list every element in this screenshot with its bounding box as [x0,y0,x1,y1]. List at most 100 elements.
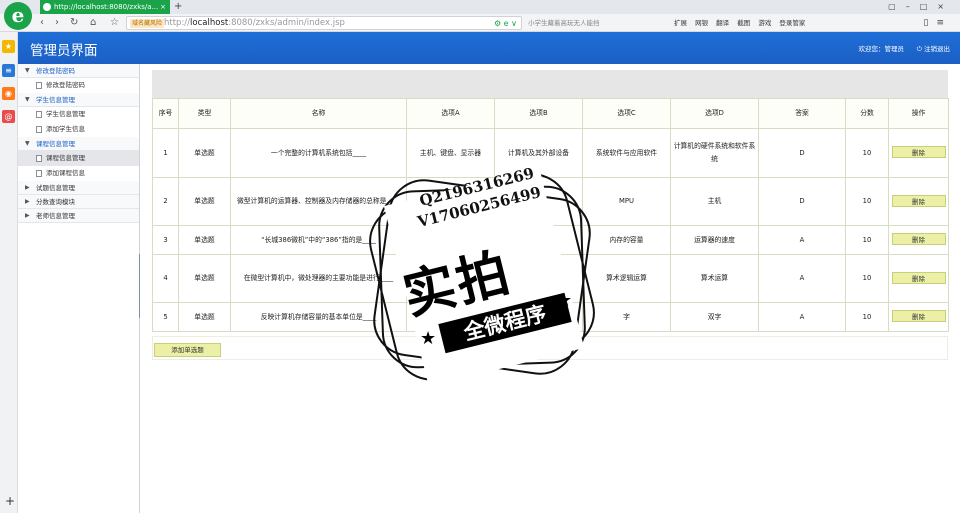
browser-menu-buttons[interactable]: ▯≡ [924,16,953,30]
menu-group-questions[interactable]: ▶ 试题信息管理 [18,181,139,195]
cell-answer: A [758,225,846,255]
cell-b: CPU的速度 [494,225,583,255]
menu-item-add-student[interactable]: 添加学生信息 [18,122,139,137]
cell-type: 单选题 [178,177,231,226]
table-row: 1 单选题 一个完整的计算机系统包括____ 主机、键盘、显示器 计算机及其外部… [152,128,949,178]
col-header-name: 名称 [230,98,407,129]
table-header-row: 序号 类型 名称 选项A 选项B 选项C 选项D 答案 分数 操作 [152,98,949,129]
browser-tab[interactable]: http://localhost:8080/zxks/a... × [40,0,170,14]
cell-c: 字 [582,302,671,332]
col-header-op: 操作 [888,98,949,129]
favorites-star-icon[interactable]: ★ [2,40,15,53]
cell-score: 10 [845,302,889,332]
table-row: 5 单选题 反映计算机存储容量的基本单位是____ 二进制位 字节 字 双字 A… [152,302,949,332]
tool-bank[interactable]: 网银 [695,19,708,27]
cell-name: 一个完整的计算机系统包括____ [230,128,407,178]
menu-group-password[interactable]: ▼ 修改登陆密码 [18,64,139,78]
delete-button[interactable]: 删除 [891,233,946,245]
cell-name: “长城386微机”中的“386”指的是____ [230,225,407,255]
logout-button[interactable]: ⏻ 注销退出 [917,43,950,54]
cell-d: 主机 [670,177,759,226]
menu-item-change-password[interactable]: 修改登陆密码 [18,78,139,93]
tool-extensions[interactable]: 扩展 [674,19,687,27]
tool-translate[interactable]: 翻译 [716,19,729,27]
menu-item-course-manage[interactable]: 课程信息管理 [18,151,139,166]
favorite-star-icon[interactable]: ☆ [110,16,119,30]
delete-button[interactable]: 删除 [891,146,946,158]
forward-icon[interactable]: › [55,16,59,30]
col-header-a: 选项A [406,98,495,129]
cell-answer: D [758,128,846,178]
cell-op: 删除 [888,302,949,332]
document-icon [36,111,42,118]
document-icon [36,126,42,133]
add-sidebar-icon[interactable]: + [5,494,15,508]
cell-b: ALU [494,177,583,226]
cell-op: 删除 [888,254,949,303]
chevron-right-icon: ▶ [25,212,30,219]
cell-d: 计算机的硬件系统和软件系统 [670,128,759,178]
search-hint-field[interactable]: 小学生藏着高玩无人能挡 [524,16,672,30]
cell-c: 系统软件与应用软件 [582,128,671,178]
delete-button[interactable]: 删除 [891,271,946,284]
cell-a: 主机、键盘、显示器 [406,128,495,178]
tab-favicon-icon [43,3,51,11]
cell-a: CPU [406,177,495,226]
question-table: 序号 类型 名称 选项A 选项B 选项C 选项D 答案 分数 操作 1 单选题 … [152,98,949,332]
cell-type: 单选题 [178,254,231,303]
cell-no: 3 [152,225,179,255]
cell-a: 二进制位 [406,302,495,332]
app-header: 管理员界面 欢迎您：管理员 ⏻ 注销退出 [18,32,960,64]
tool-login-manager[interactable]: 登录管家 [779,19,805,27]
cell-score: 10 [845,128,889,178]
menu-group-students[interactable]: ▼ 学生信息管理 [18,93,139,107]
cell-answer: A [758,302,846,332]
cell-d: 运算器的速度 [670,225,759,255]
back-icon[interactable]: ‹ [40,16,44,30]
cell-b: 计算机及其外部设备 [494,128,583,178]
tab-close-icon[interactable]: × [160,0,166,14]
tool-games[interactable]: 游戏 [758,19,771,27]
address-icons[interactable]: ⚙ e ∨ [494,17,517,30]
window-controls[interactable]: ▢–□× [888,0,954,14]
delete-button[interactable]: 删除 [891,310,946,322]
weibo-icon[interactable]: ◉ [2,87,15,100]
menu-item-add-course[interactable]: 添加课程信息 [18,166,139,181]
admin-sidebar: ▼ 修改登陆密码 修改登陆密码 ▼ 学生信息管理 学生信息管理 添加学生信息 ▼ 课程… [18,64,140,513]
cell-op: 删除 [888,128,949,178]
cell-no: 5 [152,302,179,332]
address-bar[interactable]: 域名藏风险 http://localhost:8080/zxks/admin/i… [126,16,522,30]
cell-a: 算术逻辑运算及全机的控制 [406,254,495,303]
cell-b: 字节 [494,302,583,332]
cell-name: 反映计算机存储容量的基本单位是____ [230,302,407,332]
table-row: 2 单选题 微型计算机的运算器、控制器及内存储器的总称是____ CPU ALU… [152,177,949,226]
new-tab-button[interactable]: + [174,0,182,14]
cell-d: 算术运算 [670,254,759,303]
menu-item-student-manage[interactable]: 学生信息管理 [18,107,139,122]
cell-name: 微型计算机的运算器、控制器及内存储器的总称是____ [230,177,407,226]
cell-answer: A [758,254,846,303]
delete-button[interactable]: 删除 [891,194,946,207]
menu-group-teachers[interactable]: ▶ 老师信息管理 [18,209,139,223]
menu-group-courses[interactable]: ▼ 课程信息管理 [18,137,139,151]
tool-screenshot[interactable]: 截图 [737,19,750,27]
cell-type: 单选题 [178,128,231,178]
cell-c: 算术逻辑运算 [582,254,671,303]
add-question-button[interactable]: 添加单选题 [154,343,221,357]
table-row: 4 单选题 在微型计算机中，微处理器的主要功能是进行____ 算术逻辑运算及全机… [152,254,949,303]
col-header-no: 序号 [152,98,179,129]
home-icon[interactable]: ⌂ [90,16,96,30]
chevron-down-icon: ▼ [25,140,30,147]
browser-tab-bar: http://localhost:8080/zxks/a... × + ▢–□× [0,0,960,14]
mail-icon[interactable]: @ [2,110,15,123]
cell-type: 单选题 [178,225,231,255]
cell-type: 单选题 [178,302,231,332]
menu-group-scores[interactable]: ▶ 分数查询模块 [18,195,139,209]
reading-list-icon[interactable]: ≡ [2,64,15,77]
address-url[interactable]: http://localhost:8080/zxks/admin/index.j… [164,17,345,30]
chevron-right-icon: ▶ [25,184,30,191]
document-icon [36,82,42,89]
cell-no: 1 [152,128,179,178]
refresh-icon[interactable]: ↻ [70,16,78,30]
col-header-answer: 答案 [758,98,846,129]
